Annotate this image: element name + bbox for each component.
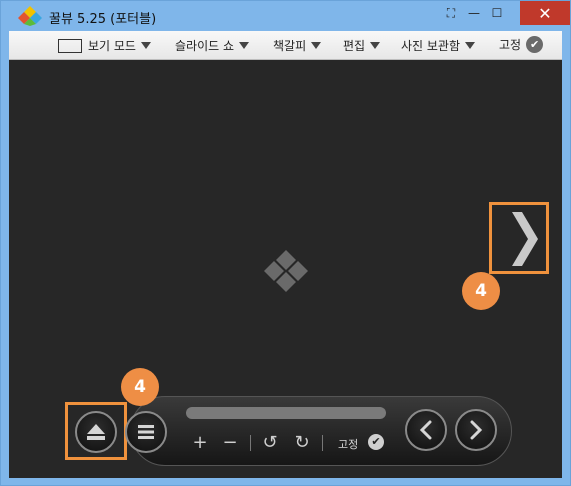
annotation-badge-eject: 4 [121, 368, 159, 406]
highlight-eject [65, 402, 127, 460]
chevron-down-icon [140, 42, 151, 49]
menu-edit[interactable]: 편집 [343, 37, 381, 54]
rotate-left-button[interactable]: ↺ [260, 432, 280, 453]
menu-view-mode-label: 보기 모드 [88, 39, 136, 53]
menu-bookmark[interactable]: 책갈피 [273, 37, 322, 54]
control-separator [322, 435, 323, 451]
title-bar: 꿀뷰 5.25 (포터블) ⛶ — ☐ ✕ [1, 1, 570, 31]
menu-pin-label: 고정 [499, 38, 522, 52]
maximize-button[interactable]: ☐ [484, 1, 510, 25]
pin-check-icon[interactable]: ✔ [368, 434, 384, 450]
menu-bar: 보기 모드 슬라이드 쇼 책갈피 편집 사진 보관함 고정 ✔ [9, 31, 562, 60]
chevron-down-icon [370, 42, 381, 49]
list-icon [138, 425, 154, 439]
check-icon: ✔ [526, 36, 544, 53]
chevron-right-icon [470, 420, 483, 440]
app-watermark-logo-icon [264, 250, 308, 292]
annotation-badge-next: 4 [462, 272, 500, 310]
menu-slideshow-label: 슬라이드 쇼 [175, 39, 235, 53]
chevron-down-icon [465, 42, 476, 49]
chevron-down-icon [311, 42, 322, 49]
window-title: 꿀뷰 5.25 (포터블) [49, 12, 157, 27]
app-logo-icon [18, 6, 42, 26]
previous-button[interactable] [405, 409, 447, 451]
chevron-left-icon [419, 420, 432, 440]
rotate-right-button[interactable]: ↻ [292, 432, 312, 453]
zoom-out-button[interactable]: − [220, 432, 240, 453]
menu-edit-label: 편집 [343, 39, 366, 53]
zoom-in-button[interactable]: + [190, 432, 210, 453]
close-button[interactable]: ✕ [520, 1, 570, 25]
menu-photo-archive-label: 사진 보관함 [401, 39, 461, 53]
highlight-next-image [489, 202, 549, 274]
menu-view-mode[interactable]: 보기 모드 [58, 37, 151, 54]
menu-slideshow[interactable]: 슬라이드 쇼 [175, 37, 250, 54]
frame-icon [58, 38, 82, 53]
menu-bookmark-label: 책갈피 [273, 39, 307, 53]
menu-list-button[interactable] [125, 411, 167, 453]
chevron-down-icon [239, 42, 250, 49]
pin-label[interactable]: 고정 [338, 436, 358, 452]
next-button[interactable] [455, 409, 497, 451]
image-progress-bar[interactable] [186, 407, 386, 419]
menu-photo-archive[interactable]: 사진 보관함 [401, 37, 476, 54]
menu-pin[interactable]: 고정 ✔ [499, 36, 544, 53]
control-separator [250, 435, 251, 451]
